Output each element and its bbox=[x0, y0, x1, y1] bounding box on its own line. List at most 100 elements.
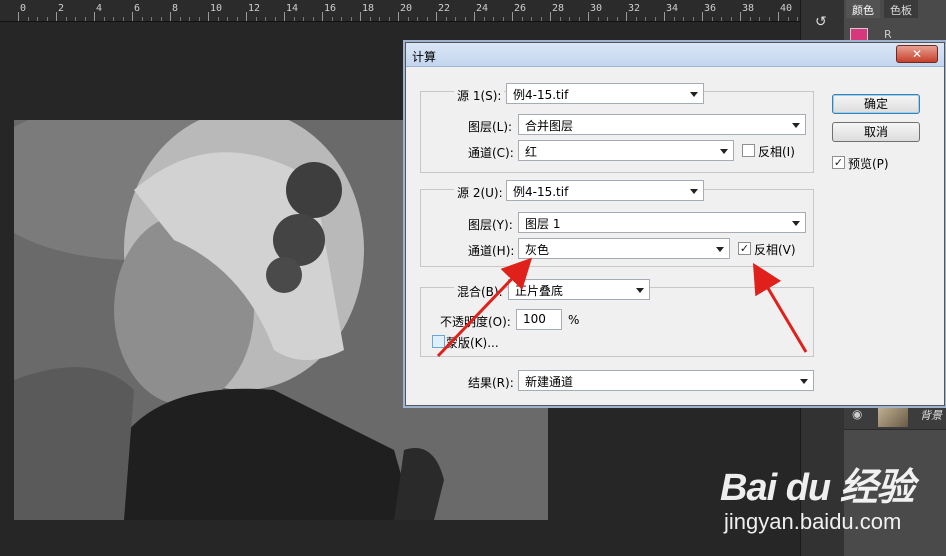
source1-file-value: 例4-15.tif bbox=[513, 88, 569, 102]
layer-thumbnail bbox=[878, 403, 908, 427]
ruler-tick bbox=[246, 12, 247, 21]
ruler-label: 36 bbox=[704, 3, 717, 14]
result-value: 新建通道 bbox=[525, 375, 574, 389]
preview-checkbox[interactable]: ✓ bbox=[832, 156, 845, 169]
ruler-subtick bbox=[179, 17, 181, 21]
ruler-subtick bbox=[84, 17, 86, 21]
ruler-subtick bbox=[350, 17, 352, 21]
source2-layer-value: 图层 1 bbox=[525, 217, 561, 231]
blend-label: 混合(B): bbox=[454, 283, 506, 300]
tab-swatches[interactable]: 色板 bbox=[884, 0, 918, 18]
ruler-subtick bbox=[141, 17, 143, 21]
ruler-subtick bbox=[597, 17, 599, 21]
ruler-label: 6 bbox=[134, 3, 141, 14]
source1-file-select[interactable]: 例4-15.tif bbox=[506, 83, 704, 104]
ruler-tick bbox=[436, 12, 437, 21]
ruler-subtick bbox=[151, 17, 152, 21]
channel-letter: R bbox=[884, 28, 892, 41]
cancel-button[interactable]: 取消 bbox=[832, 122, 920, 142]
mask-checkbox[interactable] bbox=[432, 335, 445, 348]
source1-invert-checkbox[interactable] bbox=[742, 144, 755, 157]
ruler-subtick bbox=[464, 17, 466, 21]
close-button[interactable]: ✕ bbox=[896, 45, 938, 63]
watermark-url: jingyan.baidu.com bbox=[724, 509, 902, 534]
ruler-label: 8 bbox=[172, 3, 179, 14]
blend-mode-select[interactable]: 正片叠底 bbox=[508, 279, 650, 300]
ruler-label: 26 bbox=[514, 3, 527, 14]
ruler-label: 10 bbox=[210, 3, 223, 14]
ruler-tick bbox=[626, 12, 627, 21]
chevron-down-icon bbox=[720, 149, 728, 154]
source2-file-select[interactable]: 例4-15.tif bbox=[506, 180, 704, 201]
chevron-down-icon bbox=[690, 189, 698, 194]
ruler-label: 24 bbox=[476, 3, 489, 14]
ruler-label: 2 bbox=[58, 3, 65, 14]
ruler-tick bbox=[512, 12, 513, 21]
opacity-label: 不透明度(O): bbox=[440, 315, 511, 329]
ruler-subtick bbox=[749, 17, 751, 21]
ruler-subtick bbox=[721, 17, 722, 21]
calculations-dialog: 计算 ✕ 源 1(S): 例4-15.tif 图层(L): 合并图层 通道(C)… bbox=[405, 42, 945, 406]
ruler-label: 38 bbox=[742, 3, 755, 14]
baidu-watermark: Bai du 经验 jingyan.baidu.com bbox=[720, 456, 915, 535]
ruler-subtick bbox=[103, 17, 105, 21]
source2-channel-select[interactable]: 灰色 bbox=[518, 238, 730, 259]
ruler-subtick bbox=[236, 17, 238, 21]
ruler-tick bbox=[550, 12, 551, 21]
opacity-percent: % bbox=[568, 313, 580, 327]
ruler-label: 14 bbox=[286, 3, 299, 14]
source1-layer-select[interactable]: 合并图层 bbox=[518, 114, 806, 135]
ruler-subtick bbox=[607, 17, 608, 21]
ruler-label: 16 bbox=[324, 3, 337, 14]
ruler-subtick bbox=[616, 17, 618, 21]
ruler-subtick bbox=[27, 17, 29, 21]
ruler-subtick bbox=[654, 17, 656, 21]
ruler-subtick bbox=[122, 17, 124, 21]
dialog-titlebar[interactable]: 计算 ✕ bbox=[406, 43, 944, 67]
ruler-subtick bbox=[645, 17, 646, 21]
source2-layer-select[interactable]: 图层 1 bbox=[518, 212, 806, 233]
ruler-subtick bbox=[759, 17, 760, 21]
ruler-subtick bbox=[445, 17, 447, 21]
ruler-subtick bbox=[198, 17, 200, 21]
ruler-subtick bbox=[113, 17, 114, 21]
ok-button[interactable]: 确定 bbox=[832, 94, 920, 114]
ruler-subtick bbox=[303, 17, 304, 21]
ruler-subtick bbox=[493, 17, 494, 21]
preview-label: 预览(P) bbox=[848, 157, 889, 171]
ruler-subtick bbox=[46, 17, 48, 21]
result-select[interactable]: 新建通道 bbox=[518, 370, 814, 391]
ruler-subtick bbox=[37, 17, 38, 21]
layer-name: 背景 bbox=[920, 409, 942, 422]
source2-invert-checkbox[interactable]: ✓ bbox=[738, 242, 751, 255]
ruler-tick bbox=[360, 12, 361, 21]
history-icon[interactable]: ↺ bbox=[815, 14, 827, 30]
ruler-tick bbox=[94, 12, 95, 21]
ruler-tick bbox=[208, 12, 209, 21]
source1-channel-select[interactable]: 红 bbox=[518, 140, 734, 161]
chevron-down-icon bbox=[636, 288, 644, 293]
chevron-down-icon bbox=[690, 92, 698, 97]
ruler-subtick bbox=[531, 17, 532, 21]
ruler-subtick bbox=[455, 17, 456, 21]
ruler-subtick bbox=[407, 17, 409, 21]
ruler-subtick bbox=[379, 17, 380, 21]
tab-color[interactable]: 颜色 bbox=[846, 0, 880, 18]
ruler-subtick bbox=[635, 17, 637, 21]
ruler-subtick bbox=[217, 17, 219, 21]
opacity-input[interactable]: 100 bbox=[516, 309, 562, 330]
ruler-subtick bbox=[331, 17, 333, 21]
ruler-subtick bbox=[189, 17, 190, 21]
ruler-label: 34 bbox=[666, 3, 679, 14]
ruler-tick bbox=[132, 12, 133, 21]
ruler-subtick bbox=[255, 17, 257, 21]
ruler-subtick bbox=[569, 17, 570, 21]
ruler-subtick bbox=[312, 17, 314, 21]
chevron-down-icon bbox=[792, 123, 800, 128]
ruler-tick bbox=[778, 12, 779, 21]
ruler-subtick bbox=[683, 17, 684, 21]
ruler-subtick bbox=[417, 17, 418, 21]
ruler-subtick bbox=[265, 17, 266, 21]
eye-icon[interactable]: ◉ bbox=[852, 407, 862, 421]
ruler-subtick bbox=[160, 17, 162, 21]
